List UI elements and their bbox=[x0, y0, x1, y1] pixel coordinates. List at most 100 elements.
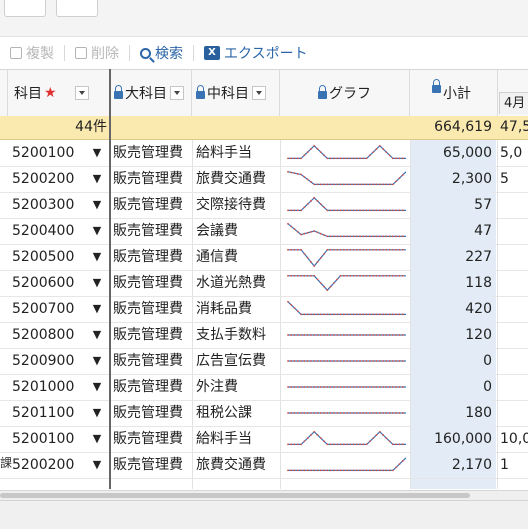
sparkline-graph bbox=[287, 248, 406, 267]
account-code-cell[interactable]: 5200200 bbox=[12, 452, 88, 478]
table-row[interactable]: 5200500 ▼ 販売管理費 通信費 227 bbox=[0, 244, 528, 271]
table-row[interactable]: 5200600 ▼ 販売管理費 水道光熱費 118 bbox=[0, 270, 528, 297]
month-cell[interactable] bbox=[500, 270, 528, 296]
top-button-right[interactable] bbox=[56, 0, 98, 17]
table-row[interactable]: 5200300 ▼ 販売管理費 交際接待費 57 bbox=[0, 192, 528, 219]
account-dropdown-icon[interactable]: ▼ bbox=[92, 374, 102, 400]
sparkline-point bbox=[372, 151, 375, 153]
month-cell[interactable] bbox=[500, 192, 528, 218]
account-dropdown-icon[interactable]: ▼ bbox=[92, 452, 102, 478]
account-code-cell[interactable]: 5200900 bbox=[12, 348, 88, 374]
sparkline-point bbox=[319, 203, 322, 205]
horizontal-scrollbar[interactable] bbox=[0, 490, 528, 500]
account-code-cell[interactable]: 5200800 bbox=[12, 322, 88, 348]
month-cell[interactable]: 10,0 bbox=[500, 426, 528, 452]
account-code-cell[interactable]: 5200600 bbox=[12, 270, 88, 296]
month-cell[interactable]: 1 bbox=[500, 452, 528, 478]
sparkline-point bbox=[306, 178, 309, 181]
sparkline-point bbox=[323, 285, 325, 288]
sparkline-point bbox=[359, 274, 362, 277]
sparkline-point bbox=[300, 209, 303, 212]
sparkline-point bbox=[293, 443, 296, 446]
copy-button[interactable]: 複製 bbox=[10, 43, 54, 63]
table-row[interactable]: 5200100 ▼ 販売管理費 給料手当 160,000 10,0 bbox=[0, 426, 528, 453]
account-dropdown-icon[interactable]: ▼ bbox=[92, 218, 102, 244]
month-cell[interactable] bbox=[500, 244, 528, 270]
sparkline-point bbox=[369, 334, 371, 336]
sparkline-point bbox=[296, 360, 299, 362]
account-code-cell[interactable]: 5200200 bbox=[12, 166, 88, 192]
sparkline-point bbox=[385, 412, 388, 414]
header-account[interactable]: 科目 ★ bbox=[8, 70, 110, 116]
sparkline-point bbox=[319, 437, 322, 439]
sparkline-point bbox=[323, 469, 325, 472]
account-dropdown-icon[interactable]: ▼ bbox=[92, 348, 102, 374]
account-code-cell[interactable]: 5200100 bbox=[12, 426, 88, 452]
sparkline-point bbox=[349, 313, 352, 316]
account-code-cell[interactable]: 5200500 bbox=[12, 244, 88, 270]
account-filter-dropdown[interactable] bbox=[74, 86, 89, 100]
table-row[interactable]: 5200100 ▼ 販売管理費 給料手当 65,000 5,0 bbox=[0, 140, 528, 167]
month-cell[interactable] bbox=[500, 322, 528, 348]
account-dropdown-icon[interactable]: ▼ bbox=[92, 140, 102, 166]
sparkline-graph bbox=[287, 412, 406, 414]
sparkline-line bbox=[287, 223, 406, 237]
sparkline-point bbox=[359, 469, 362, 472]
table-row[interactable]: 5200900 ▼ 販売管理費 広告宣伝費 0 bbox=[0, 348, 528, 375]
sparkline-point bbox=[395, 235, 398, 238]
account-dropdown-icon[interactable]: ▼ bbox=[92, 400, 102, 426]
sparkline-point bbox=[398, 313, 401, 316]
table-row[interactable]: 5200800 ▼ 販売管理費 支払手数料 120 bbox=[0, 322, 528, 349]
search-button[interactable]: 検索 bbox=[140, 43, 183, 63]
month-cell[interactable] bbox=[500, 374, 528, 400]
sparkline-point bbox=[303, 440, 306, 443]
account-code-cell[interactable]: 5201100 bbox=[12, 400, 88, 426]
table-row[interactable]: 5201100 ▼ 販売管理費 租税公課 180 bbox=[0, 400, 528, 427]
account-dropdown-icon[interactable]: ▼ bbox=[92, 296, 102, 322]
account-dropdown-icon[interactable]: ▼ bbox=[92, 166, 102, 192]
sparkline-point bbox=[342, 334, 345, 336]
sparkline-point bbox=[359, 209, 362, 212]
sparkline-point bbox=[355, 313, 358, 316]
month-cell[interactable] bbox=[500, 348, 528, 374]
header-major[interactable]: 大科目 bbox=[110, 70, 192, 116]
month-cell[interactable]: 5,0 bbox=[500, 140, 528, 166]
major-filter-dropdown[interactable] bbox=[170, 86, 184, 100]
account-dropdown-icon[interactable]: ▼ bbox=[92, 426, 102, 452]
month-cell[interactable] bbox=[500, 218, 528, 244]
month-cell[interactable]: 5 bbox=[500, 166, 528, 192]
account-dropdown-icon[interactable]: ▼ bbox=[92, 322, 102, 348]
sparkline-point bbox=[401, 386, 404, 388]
table-row[interactable]: 5200200 ▼ 販売管理費 旅費交通費 2,170 1 bbox=[0, 452, 528, 479]
table-row[interactable]: 5200700 ▼ 販売管理費 消耗品費 420 bbox=[0, 296, 528, 323]
subtotal-cell: 65,000 bbox=[412, 140, 492, 166]
scroll-thumb[interactable] bbox=[0, 493, 470, 498]
delete-button[interactable]: 削除 bbox=[75, 43, 119, 63]
delete-label: 削除 bbox=[91, 46, 119, 62]
sparkline-line bbox=[287, 171, 407, 185]
sparkline-point bbox=[391, 334, 394, 336]
account-dropdown-icon[interactable]: ▼ bbox=[92, 270, 102, 296]
header-minor[interactable]: 中科目 bbox=[192, 70, 280, 116]
sparkline-point bbox=[339, 386, 342, 388]
minor-filter-dropdown[interactable] bbox=[252, 86, 266, 100]
account-code-cell[interactable]: 5200300 bbox=[12, 192, 88, 218]
account-code-cell[interactable]: 5200400 bbox=[12, 218, 88, 244]
month-cell[interactable] bbox=[500, 400, 528, 426]
month-cell[interactable] bbox=[500, 296, 528, 322]
sparkline-point bbox=[346, 235, 348, 238]
account-code-cell[interactable]: 5200700 bbox=[12, 296, 88, 322]
sparkline-point bbox=[310, 313, 312, 316]
table-row[interactable]: 5200400 ▼ 販売管理費 会議費 47 bbox=[0, 218, 528, 245]
export-button[interactable]: X エクスポート bbox=[204, 43, 308, 63]
account-code-cell[interactable]: 5201000 bbox=[12, 374, 88, 400]
account-dropdown-icon[interactable]: ▼ bbox=[92, 244, 102, 270]
account-dropdown-icon[interactable]: ▼ bbox=[92, 192, 102, 218]
account-code-cell[interactable]: 5200100 bbox=[12, 140, 88, 166]
table-row[interactable]: 5201000 ▼ 販売管理費 外注費 0 bbox=[0, 374, 528, 401]
table-row[interactable]: 5200200 ▼ 販売管理費 旅費交通費 2,300 5 bbox=[0, 166, 528, 193]
sparkline-line bbox=[288, 275, 406, 292]
sparkline-point bbox=[372, 313, 375, 316]
sparkline-point bbox=[352, 248, 355, 251]
top-button-left[interactable] bbox=[4, 0, 46, 17]
